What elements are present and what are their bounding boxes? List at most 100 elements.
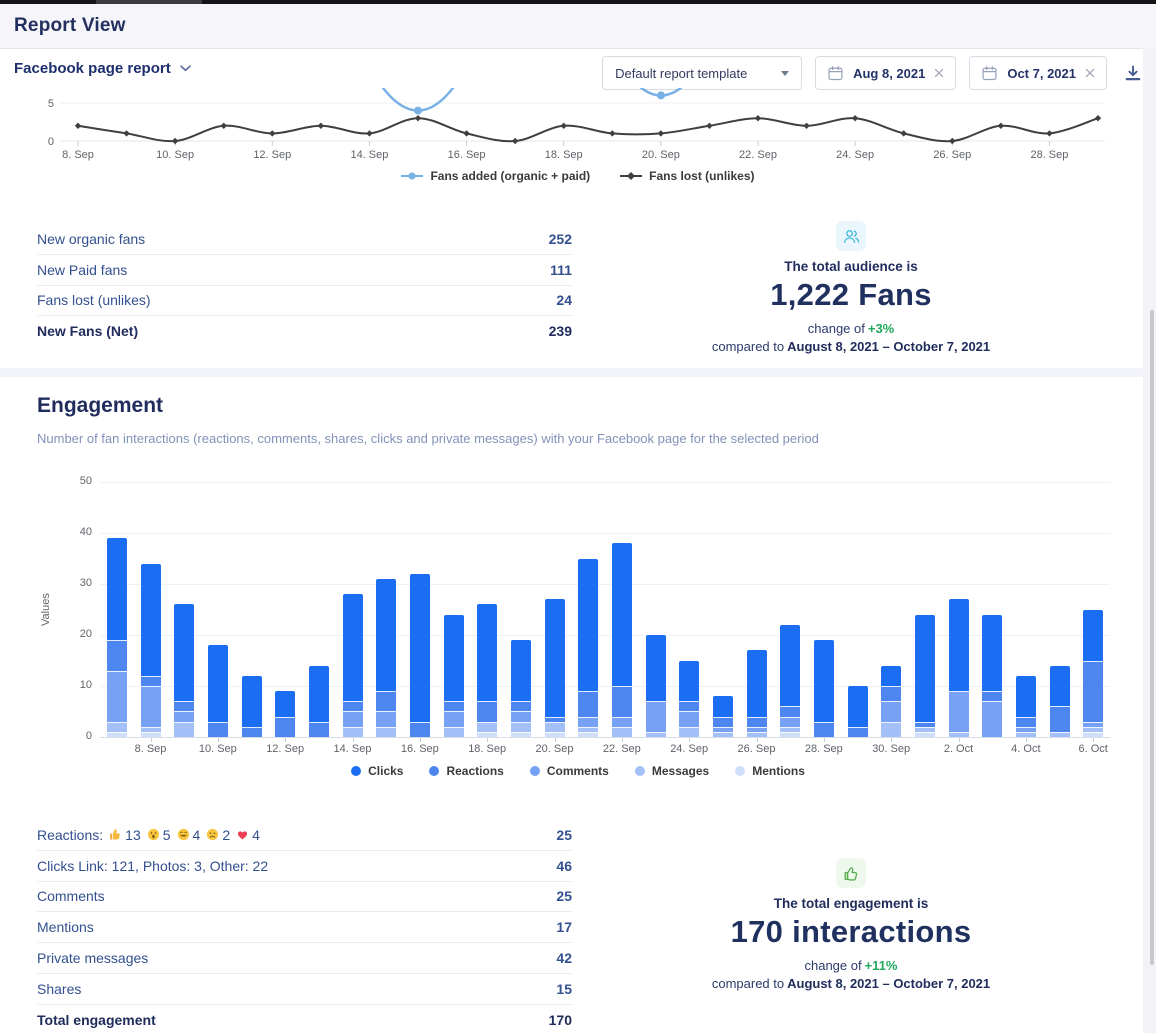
legend-label: Fans lost (unlikes) <box>649 169 754 183</box>
reaction-count: 13 <box>125 827 141 843</box>
legend-marker <box>620 171 642 181</box>
bar-segment-reactions <box>747 717 767 727</box>
legend-item[interactable]: Fans added (organic + paid) <box>401 169 590 183</box>
row-value: 25 <box>556 827 572 843</box>
date-to-picker[interactable]: Oct 7, 2021 <box>969 56 1107 90</box>
legend-dot <box>530 766 540 776</box>
bar-segment-clicks <box>578 559 598 692</box>
row-value: 15 <box>556 981 572 997</box>
bar-segment-mentions <box>477 732 497 737</box>
stacked-bar <box>1016 676 1036 737</box>
bar-segment-messages <box>174 722 194 737</box>
stacked-bar <box>915 615 935 737</box>
audience-summary: The total audience is 1,222 Fans change … <box>690 221 1012 354</box>
bar-segment-clicks <box>107 538 127 640</box>
legend-dot <box>351 766 361 776</box>
bar-segment-comments <box>949 691 969 732</box>
vertical-scrollbar[interactable] <box>1150 310 1154 965</box>
stacked-bar <box>1050 666 1070 737</box>
bar-segment-comments <box>578 717 598 727</box>
card-gap <box>0 368 1156 377</box>
x-tick-label: 30. Sep <box>861 743 921 755</box>
bar-segment-reactions <box>612 686 632 717</box>
date-from-picker[interactable]: Aug 8, 2021 <box>815 56 956 90</box>
row-label: New Paid fans <box>37 262 127 278</box>
legend-item[interactable]: Clicks <box>351 764 403 778</box>
bar-segment-clicks <box>376 579 396 691</box>
row-label: Reactions:135424 <box>37 827 260 843</box>
bar-segment-clicks <box>780 625 800 707</box>
bar-segment-messages <box>949 732 969 737</box>
row-label: Mentions <box>37 919 94 935</box>
stacked-bar <box>477 604 497 737</box>
legend-dot <box>635 766 645 776</box>
stacked-bar <box>679 661 699 738</box>
svg-text:26. Sep: 26. Sep <box>933 149 971 161</box>
report-view-page: > Report View Facebook page report Defau… <box>0 0 1156 1033</box>
stacked-bar <box>848 686 868 737</box>
close-icon <box>934 68 944 78</box>
bar-chart-x-axis: 8. Sep10. Sep12. Sep14. Sep16. Sep18. Se… <box>100 738 1110 758</box>
clear-date-from-button[interactable] <box>934 68 944 78</box>
bar-segment-messages <box>747 732 767 737</box>
legend-item[interactable]: Comments <box>530 764 609 778</box>
stacked-bar <box>208 645 228 737</box>
bar-segment-clicks <box>343 594 363 701</box>
table-row: Shares15 <box>37 974 572 1005</box>
row-label: Comments <box>37 888 105 904</box>
y-tick-label: 10 <box>60 679 92 691</box>
bar-segment-clicks <box>881 666 901 686</box>
y-tick-label: 20 <box>60 628 92 640</box>
legend-item[interactable]: Mentions <box>735 764 805 778</box>
bar-segment-comments <box>444 711 464 726</box>
report-name-label: Facebook page report <box>14 60 171 77</box>
bar-segment-reactions <box>578 691 598 717</box>
table-row: New organic fans252 <box>37 224 572 255</box>
bar-segment-reactions <box>848 727 868 737</box>
bar-segment-clicks <box>848 686 868 727</box>
clear-date-to-button[interactable] <box>1085 68 1095 78</box>
bar-segment-comments <box>511 711 531 721</box>
compare-range: August 8, 2021 – October 7, 2021 <box>787 339 990 354</box>
legend-label: Messages <box>652 764 709 778</box>
legend-item[interactable]: Reactions <box>429 764 503 778</box>
bar-segment-messages <box>444 727 464 737</box>
bar-segment-comments <box>679 711 699 726</box>
bar-segment-clicks <box>275 691 295 717</box>
bar-segment-reactions <box>444 701 464 711</box>
svg-text:20. Sep: 20. Sep <box>642 149 680 161</box>
table-row: Reactions:13542425 <box>37 820 572 851</box>
stacked-bar <box>713 696 733 737</box>
report-name-dropdown[interactable]: Facebook page report <box>14 60 191 77</box>
svg-text:5: 5 <box>48 98 54 110</box>
x-tick-label: 2. Oct <box>929 743 989 755</box>
bar-segment-mentions <box>1083 732 1103 737</box>
template-select[interactable]: Default report template <box>602 56 802 90</box>
stacked-bar <box>747 650 767 737</box>
bar-segment-clicks <box>915 615 935 722</box>
x-tick-label: 20. Sep <box>525 743 585 755</box>
change-percent: +11% <box>865 958 898 973</box>
bar-segment-clicks <box>309 666 329 722</box>
bar-segment-reactions <box>343 701 363 711</box>
stacked-bar <box>982 615 1002 737</box>
template-select-value: Default report template <box>615 66 747 81</box>
bar-segment-messages <box>713 732 733 737</box>
legend-item[interactable]: Fans lost (unlikes) <box>620 169 754 183</box>
bar-segment-clicks <box>208 645 228 722</box>
stacked-bar <box>881 666 901 737</box>
table-row: Total engagement170 <box>37 1005 572 1033</box>
bar-segment-mentions <box>141 732 161 737</box>
legend-item[interactable]: Messages <box>635 764 709 778</box>
x-tick-label: 24. Sep <box>659 743 719 755</box>
stacked-bar <box>107 538 127 737</box>
summary-headline: 170 interactions <box>731 914 972 950</box>
x-tick-label: 18. Sep <box>457 743 517 755</box>
x-tick-label: 16. Sep <box>390 743 450 755</box>
stacked-bar <box>612 543 632 737</box>
row-value: 170 <box>549 1012 572 1028</box>
reaction-count: 5 <box>163 827 171 843</box>
bar-segment-clicks <box>814 640 834 722</box>
bar-segment-clicks <box>141 564 161 676</box>
bar-segment-clicks <box>1083 610 1103 661</box>
